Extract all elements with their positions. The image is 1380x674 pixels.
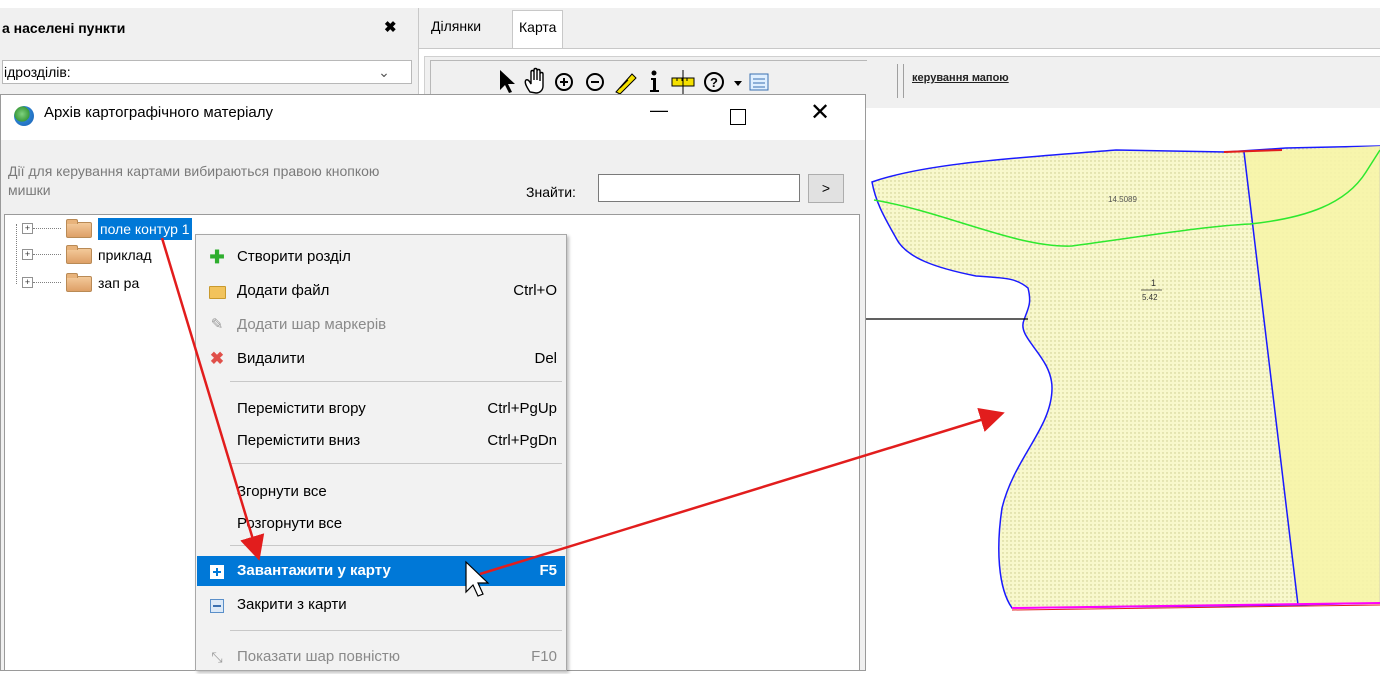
toolbar-separator (903, 64, 904, 98)
map-control-link[interactable]: керування мапою (912, 72, 1009, 84)
menu-item-move-up[interactable]: Перемістити вгору Ctrl+PgUp (197, 394, 565, 424)
tab-map[interactable]: Карта (512, 10, 564, 48)
expand-icon[interactable]: + (22, 249, 33, 260)
globe-icon (14, 106, 34, 126)
left-panel-close-icon[interactable]: ✖ (384, 18, 397, 36)
menu-item-create-section[interactable]: ✚ Створити розділ (197, 242, 565, 272)
left-panel-title: а населені пункти (2, 20, 126, 36)
menu-item-collapse-all[interactable]: Згорнути все (197, 477, 565, 507)
map-canvas[interactable]: 14.5089 1 5.42 (866, 108, 1380, 671)
minimize-button[interactable]: — (650, 100, 668, 121)
expand-square-icon (205, 556, 229, 590)
tree-connector (16, 224, 17, 284)
folder-icon (66, 245, 92, 264)
help-icon[interactable]: ? (704, 72, 724, 92)
top-text-strip (0, 0, 1380, 8)
tree-node-label[interactable]: поле контур 1 (98, 218, 192, 240)
find-label: Знайти: (526, 184, 576, 200)
menu-item-move-down[interactable]: Перемістити вниз Ctrl+PgDn (197, 426, 565, 456)
menu-separator (230, 630, 562, 631)
pencil-icon: ✎ (210, 316, 224, 333)
tree-node-label[interactable]: приклад (98, 244, 152, 266)
maximize-button[interactable] (730, 109, 746, 125)
menu-separator (230, 545, 562, 546)
dialog-hint: Дії для керування картами вибираються пр… (8, 163, 380, 198)
menu-item-show-full-layer: ⤡ Показати шар повністю F10 (197, 642, 565, 672)
plus-green-icon: ✚ (209, 247, 225, 267)
menu-item-load-to-map[interactable]: Завантажити у карту F5 (197, 556, 565, 586)
tree-node-label[interactable]: зап ра (98, 272, 139, 294)
fraction-denominator: 5.42 (1142, 293, 1158, 302)
expand-icon[interactable]: + (22, 277, 33, 288)
menu-separator (230, 463, 562, 464)
pointer-icon[interactable] (500, 70, 515, 93)
collapse-square-icon (205, 590, 229, 624)
folder-icon (205, 276, 229, 310)
menu-item-expand-all[interactable]: Розгорнути все (197, 509, 565, 539)
fraction-numerator: 1 (1151, 278, 1156, 288)
toolbar-icons: ? (500, 67, 769, 95)
zoom-out-icon[interactable] (586, 73, 604, 91)
map-drawing: 14.5089 1 5.42 (866, 145, 1380, 611)
layers-icon[interactable] (749, 73, 769, 91)
folder-icon (66, 273, 92, 292)
find-input[interactable] (598, 174, 800, 202)
menu-item-delete[interactable]: ✖ Видалити Del (197, 344, 565, 374)
tab-plots[interactable]: Ділянки (425, 14, 487, 42)
menu-item-add-marker-layer: ✎ Додати шар маркерів (197, 310, 565, 340)
zoom-in-icon[interactable] (555, 73, 573, 91)
delete-x-icon: ✖ (209, 349, 225, 368)
dropdown-icon[interactable] (734, 81, 742, 86)
measure-icon[interactable] (615, 73, 637, 95)
ruler-icon[interactable] (671, 70, 695, 94)
pan-hand-icon[interactable] (524, 67, 544, 94)
find-button[interactable]: > (808, 174, 844, 203)
dialog-title: Архів картографічного матеріалу (44, 104, 273, 121)
chevron-down-icon[interactable]: ⌄ (372, 60, 396, 84)
toolbar-separator (897, 64, 898, 98)
folder-icon (66, 219, 92, 238)
menu-item-close-from-map[interactable]: Закрити з карти (197, 590, 565, 620)
menu-item-add-file[interactable]: Додати файл Ctrl+O (197, 276, 565, 306)
close-button[interactable]: ✕ (810, 98, 830, 127)
menu-separator (230, 381, 562, 382)
area-label: 14.5089 (1108, 195, 1137, 204)
info-icon[interactable] (650, 70, 659, 93)
expand-icon[interactable]: + (22, 223, 33, 234)
fit-extent-icon: ⤡ (211, 649, 223, 665)
subdivisions-combo-label: ідрозділів: (4, 64, 71, 80)
svg-text:?: ? (710, 75, 718, 90)
